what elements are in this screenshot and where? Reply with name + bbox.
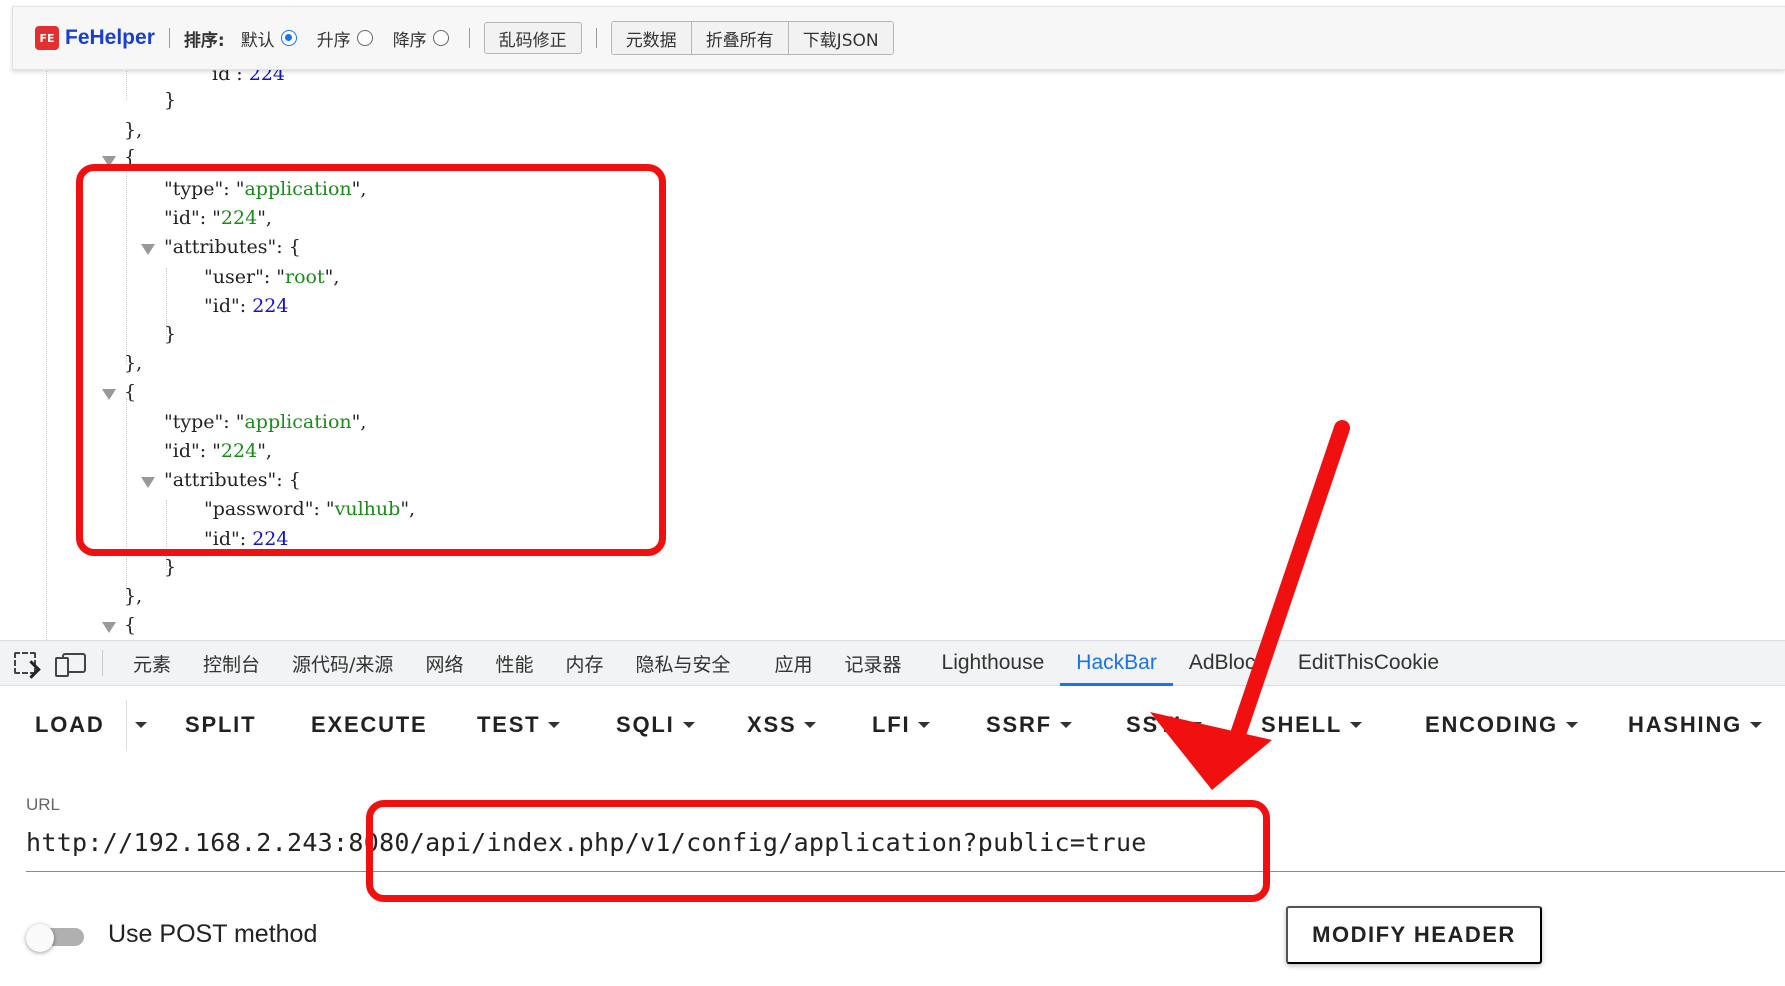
tab-console[interactable]: 控制台	[187, 640, 276, 686]
tab-adblock[interactable]: AdBlock	[1173, 640, 1282, 686]
fix-encoding-button[interactable]: 乱码修正	[483, 22, 582, 54]
lfi-label: LFI	[872, 712, 911, 737]
url-label: URL	[26, 795, 61, 814]
caret-down-icon	[1565, 722, 1578, 728]
json-line: {	[124, 614, 137, 636]
ssti-label: SSTI	[1126, 712, 1183, 737]
highlight-box-url	[366, 800, 1270, 902]
split-button[interactable]: SPLIT	[181, 700, 260, 750]
load-button[interactable]: LOAD	[31, 700, 109, 750]
caret-down-icon	[918, 722, 931, 728]
radio-selected-icon[interactable]	[280, 30, 297, 46]
toolbar-divider	[468, 28, 470, 48]
lfi-menu[interactable]: LFI	[868, 700, 934, 750]
collapse-triangle-icon[interactable]	[102, 622, 116, 633]
tab-hackbar[interactable]: HackBar	[1060, 640, 1173, 686]
sqli-menu[interactable]: SQLI	[612, 700, 699, 750]
test-menu[interactable]: TEST	[473, 700, 564, 750]
indent-guide	[46, 60, 47, 640]
toggle-thumb	[26, 924, 54, 952]
load-label: LOAD	[35, 712, 105, 737]
fehelper-toolbar: FE FeHelper 排序: 默认 升序 降序 乱码修正 元数据 折叠所有 下…	[12, 6, 1785, 70]
json-line: }	[164, 89, 177, 111]
radio-unselected-icon[interactable]	[356, 30, 373, 46]
hashing-menu[interactable]: HASHING	[1624, 700, 1766, 750]
encoding-menu[interactable]: ENCODING	[1421, 700, 1582, 750]
tab-memory[interactable]: 内存	[549, 640, 619, 686]
fehelper-logo-icon: FE	[35, 26, 59, 50]
fehelper-button-group: 元数据 折叠所有 下载JSON	[610, 21, 894, 55]
menu-divider	[126, 700, 127, 750]
ssrf-menu[interactable]: SSRF	[982, 700, 1076, 750]
caret-down-icon	[682, 722, 695, 728]
caret-down-icon	[1350, 722, 1363, 728]
caret-down-icon	[548, 722, 561, 728]
json-line: },	[124, 585, 143, 607]
caret-down-icon	[1750, 722, 1763, 728]
tab-editthiscookie[interactable]: EditThisCookie	[1282, 640, 1455, 686]
xss-label: XSS	[747, 712, 797, 737]
inspect-element-icon[interactable]	[14, 652, 36, 674]
device-toolbar-icon[interactable]	[55, 653, 86, 677]
shell-menu[interactable]: SHELL	[1257, 700, 1366, 750]
collapse-all-button[interactable]: 折叠所有	[691, 22, 789, 54]
tab-application[interactable]: 应用	[759, 640, 829, 686]
post-method-label: Use POST method	[108, 920, 318, 948]
tab-recorder[interactable]: 记录器	[829, 640, 918, 686]
sort-option-label: 降序	[392, 30, 427, 51]
metadata-button[interactable]: 元数据	[611, 22, 692, 54]
sort-option-descending[interactable]: 降序	[393, 26, 449, 51]
hashing-label: HASHING	[1628, 712, 1743, 737]
sort-label: 排序:	[183, 30, 225, 51]
execute-label: EXECUTE	[311, 712, 428, 737]
sort-option-label: 升序	[316, 30, 351, 51]
xss-menu[interactable]: XSS	[743, 700, 820, 750]
load-dropdown-button[interactable]	[131, 700, 151, 750]
tab-performance[interactable]: 性能	[479, 640, 549, 686]
shell-label: SHELL	[1261, 712, 1343, 737]
devtools-divider	[102, 650, 103, 676]
sort-option-ascending[interactable]: 升序	[317, 26, 373, 51]
sort-option-label: 默认	[240, 30, 275, 51]
encoding-label: ENCODING	[1425, 712, 1558, 737]
sqli-label: SQLI	[616, 712, 675, 737]
modify-header-button[interactable]: MODIFY HEADER	[1286, 906, 1542, 964]
fehelper-logo: FE FeHelper	[35, 26, 155, 50]
radio-unselected-icon[interactable]	[432, 30, 449, 46]
caret-down-icon	[1059, 722, 1072, 728]
json-line: }	[164, 556, 177, 578]
ssti-menu[interactable]: SSTI	[1122, 700, 1206, 750]
split-label: SPLIT	[185, 712, 257, 737]
download-json-button[interactable]: 下载JSON	[788, 22, 893, 54]
devtools-tab-bar: 元素 控制台 源代码/来源 网络 性能 内存 隐私与安全 应用 记录器 Ligh…	[0, 640, 1785, 686]
caret-down-icon	[135, 722, 147, 728]
test-label: TEST	[477, 712, 541, 737]
caret-down-icon	[804, 722, 817, 728]
tab-privacy-security[interactable]: 隐私与安全	[619, 640, 746, 686]
post-method-toggle[interactable]	[26, 924, 86, 952]
tab-elements[interactable]: 元素	[117, 640, 187, 686]
toolbar-divider	[595, 28, 597, 48]
tab-network[interactable]: 网络	[409, 640, 479, 686]
caret-down-icon	[1190, 722, 1203, 728]
hackbar-menu: LOAD SPLIT EXECUTE TEST SQLI XSS LFI SSR…	[0, 700, 1785, 750]
toolbar-divider	[168, 28, 170, 48]
fehelper-logo-text: FeHelper	[65, 26, 155, 49]
tab-sources[interactable]: 源代码/来源	[276, 640, 409, 686]
tab-lighthouse[interactable]: Lighthouse	[926, 640, 1061, 686]
sort-option-default[interactable]: 默认	[241, 26, 297, 51]
json-line: },	[124, 119, 143, 141]
execute-button[interactable]: EXECUTE	[307, 700, 432, 750]
highlight-box-json	[76, 164, 666, 556]
ssrf-label: SSRF	[986, 712, 1052, 737]
